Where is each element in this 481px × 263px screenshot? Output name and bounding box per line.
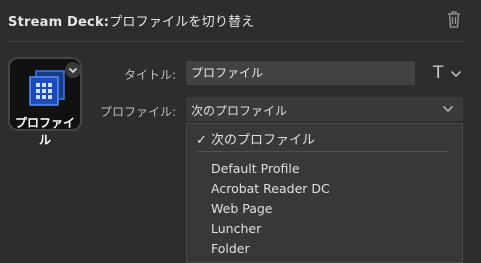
page-title: Stream Deck:プロファイルを切り替え <box>8 11 254 30</box>
header-bar: Stream Deck:プロファイルを切り替え <box>0 0 481 40</box>
dropdown-option[interactable]: Default Profile <box>211 161 300 176</box>
profile-label: プロファイル: <box>99 105 176 119</box>
dropdown-option[interactable]: Luncher <box>211 221 261 236</box>
app-name: Stream Deck: <box>8 15 110 30</box>
chevron-down-icon <box>450 70 462 78</box>
dropdown-option-selected[interactable]: ✓ 次のプロファイル <box>196 129 315 148</box>
dropdown-divider <box>197 151 449 152</box>
trash-icon[interactable] <box>446 10 462 28</box>
check-icon: ✓ <box>196 133 207 148</box>
dropdown-option[interactable]: Web Page <box>211 201 273 216</box>
action-name: プロファイルを切り替え <box>109 15 255 30</box>
title-label: タイトル: <box>123 68 176 82</box>
title-input[interactable]: プロファイル <box>186 61 415 85</box>
chevron-down-icon <box>442 105 454 113</box>
header-divider <box>8 41 465 42</box>
dropdown-option[interactable]: Acrobat Reader DC <box>211 181 330 196</box>
option-label: 次のプロファイル <box>211 133 316 148</box>
title-style-button[interactable]: T <box>433 63 465 84</box>
profile-select-value: 次のプロファイル <box>191 104 288 118</box>
profile-dropdown-menu: ✓ 次のプロファイル Default Profile Acrobat Reade… <box>186 123 463 263</box>
profile-select[interactable]: 次のプロファイル <box>186 97 463 121</box>
text-style-icon: T <box>433 63 444 83</box>
dropdown-option[interactable]: Folder <box>211 241 250 256</box>
